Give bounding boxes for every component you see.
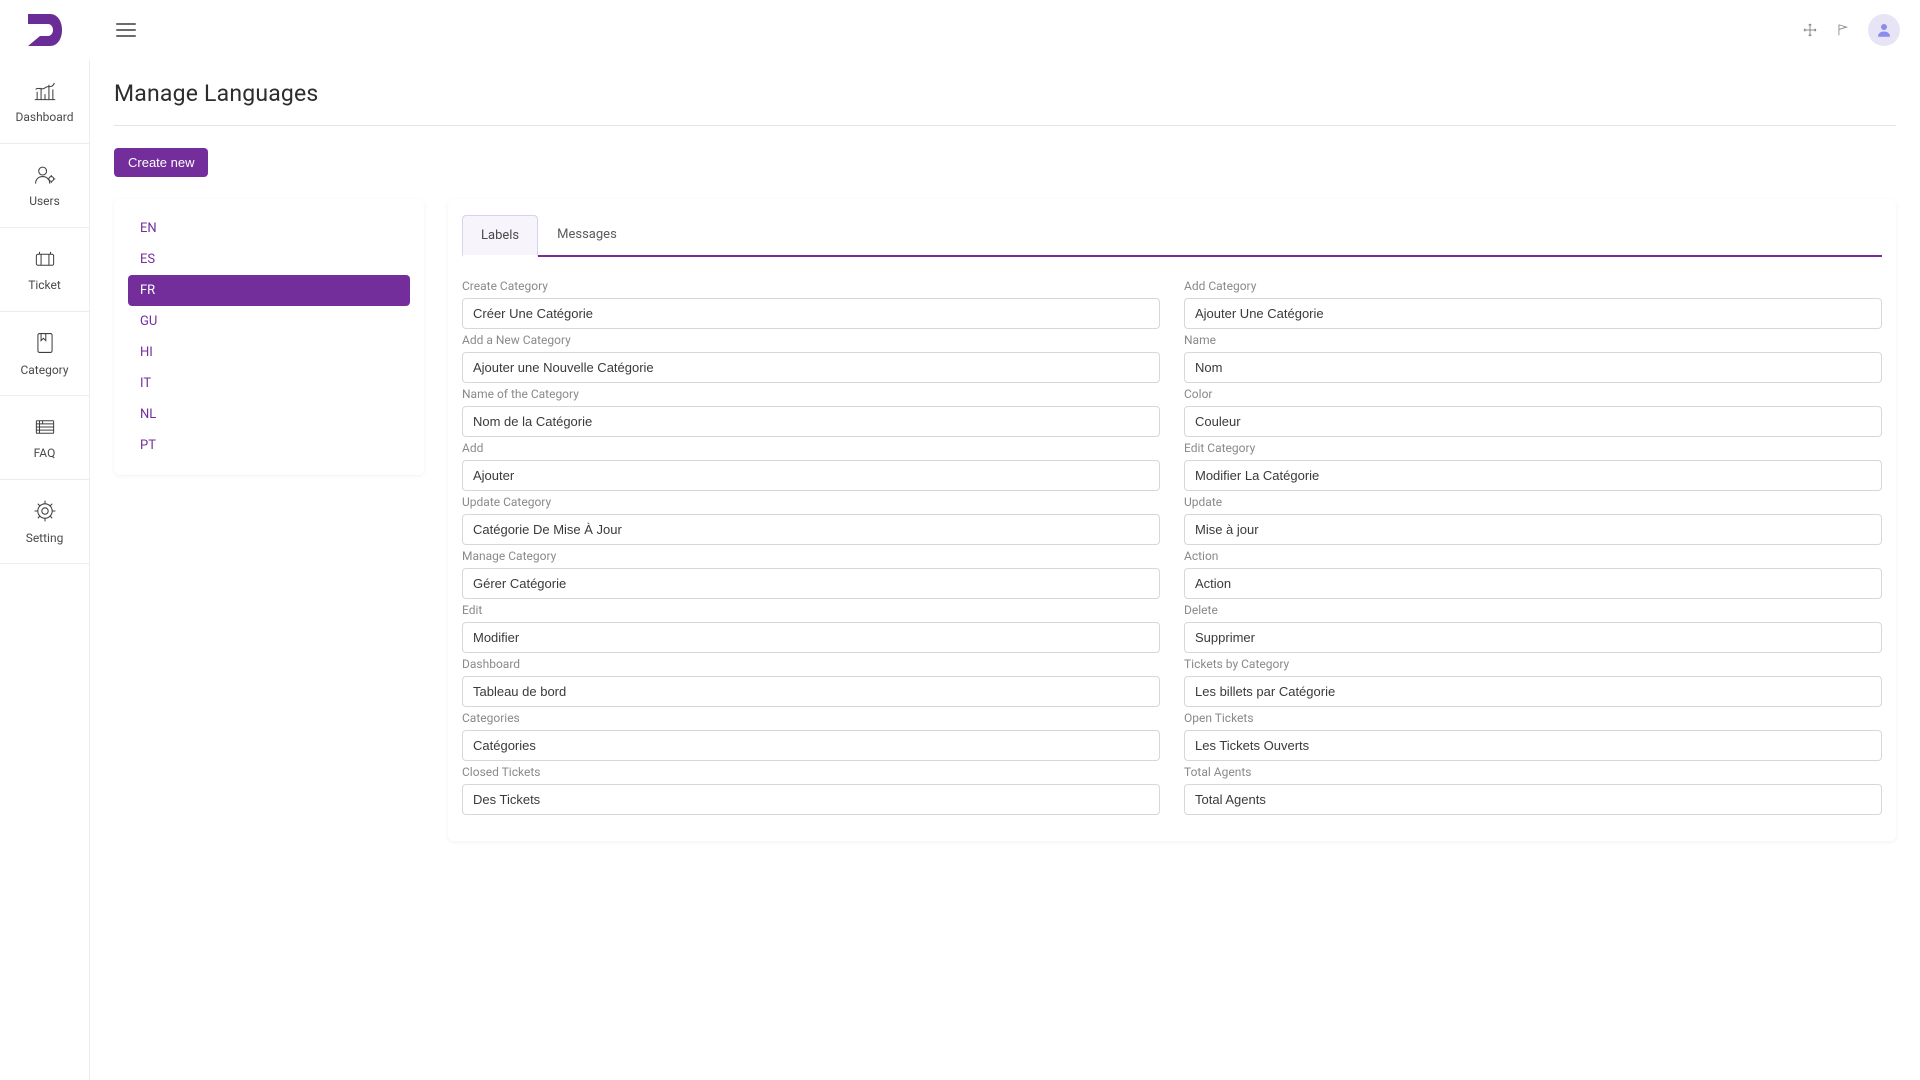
form-group: Action bbox=[1184, 549, 1882, 599]
header bbox=[0, 0, 1920, 60]
tab-labels[interactable]: Labels bbox=[462, 215, 538, 257]
form-label: Closed Tickets bbox=[462, 765, 1160, 779]
form-label: Name of the Category bbox=[462, 387, 1160, 401]
translation-input[interactable] bbox=[462, 784, 1160, 815]
form-label: Delete bbox=[1184, 603, 1882, 617]
form-label: Action bbox=[1184, 549, 1882, 563]
sidebar-label: Dashboard bbox=[15, 110, 73, 124]
translation-input[interactable] bbox=[1184, 622, 1882, 653]
sidebar-label: Ticket bbox=[28, 278, 61, 292]
form-label: Dashboard bbox=[462, 657, 1160, 671]
app-logo bbox=[20, 8, 64, 52]
sidebar-item-dashboard[interactable]: Dashboard bbox=[0, 60, 89, 144]
sidebar-item-faq[interactable]: FAQ bbox=[0, 396, 89, 480]
form-group: Delete bbox=[1184, 603, 1882, 653]
translation-input[interactable] bbox=[462, 460, 1160, 491]
user-avatar[interactable] bbox=[1868, 14, 1900, 46]
form-group: Name of the Category bbox=[462, 387, 1160, 437]
tabs: Labels Messages bbox=[462, 213, 1882, 257]
language-item-es[interactable]: ES bbox=[128, 244, 410, 275]
form-group: Dashboard bbox=[462, 657, 1160, 707]
form-label: Edit bbox=[462, 603, 1160, 617]
translation-input[interactable] bbox=[462, 406, 1160, 437]
sidebar-label: Category bbox=[20, 363, 68, 377]
divider bbox=[114, 125, 1896, 126]
translation-input[interactable] bbox=[462, 622, 1160, 653]
translation-input[interactable] bbox=[1184, 298, 1882, 329]
form-group: Tickets by Category bbox=[1184, 657, 1882, 707]
form-group: Add Category bbox=[1184, 279, 1882, 329]
create-new-button[interactable]: Create new bbox=[114, 148, 208, 177]
form-group: Color bbox=[1184, 387, 1882, 437]
sidebar-item-category[interactable]: Category bbox=[0, 312, 89, 396]
translation-input[interactable] bbox=[1184, 676, 1882, 707]
sidebar-label: Setting bbox=[26, 531, 64, 545]
form-group: Add bbox=[462, 441, 1160, 491]
translation-input[interactable] bbox=[1184, 784, 1882, 815]
form-label: Categories bbox=[462, 711, 1160, 725]
form-group: Add a New Category bbox=[462, 333, 1160, 383]
menu-toggle-button[interactable] bbox=[116, 23, 136, 37]
form-label: Add bbox=[462, 441, 1160, 455]
form-label: Add Category bbox=[1184, 279, 1882, 293]
form-group: Update Category bbox=[462, 495, 1160, 545]
translation-input[interactable] bbox=[1184, 514, 1882, 545]
form-group: Total Agents bbox=[1184, 765, 1882, 815]
page-title: Manage Languages bbox=[114, 80, 1896, 107]
form-label: Update Category bbox=[462, 495, 1160, 509]
translation-input[interactable] bbox=[1184, 568, 1882, 599]
language-item-pt[interactable]: PT bbox=[128, 430, 410, 461]
translation-input[interactable] bbox=[462, 352, 1160, 383]
form-group: Open Tickets bbox=[1184, 711, 1882, 761]
main-content: Manage Languages Create new EN ES FR GU … bbox=[90, 0, 1920, 1080]
translation-input[interactable] bbox=[1184, 460, 1882, 491]
form-label: Color bbox=[1184, 387, 1882, 401]
form-label: Tickets by Category bbox=[1184, 657, 1882, 671]
tab-messages[interactable]: Messages bbox=[538, 214, 636, 256]
form-group: Closed Tickets bbox=[462, 765, 1160, 815]
language-item-fr[interactable]: FR bbox=[128, 275, 410, 306]
form-group: Categories bbox=[462, 711, 1160, 761]
sidebar-item-users[interactable]: Users bbox=[0, 144, 89, 228]
form-group: Edit bbox=[462, 603, 1160, 653]
form-group: Edit Category bbox=[1184, 441, 1882, 491]
form-label: Create Category bbox=[462, 279, 1160, 293]
language-item-it[interactable]: IT bbox=[128, 368, 410, 399]
translation-input[interactable] bbox=[462, 568, 1160, 599]
translation-input[interactable] bbox=[462, 730, 1160, 761]
form-label: Name bbox=[1184, 333, 1882, 347]
form-label: Total Agents bbox=[1184, 765, 1882, 779]
form-label: Open Tickets bbox=[1184, 711, 1882, 725]
translation-input[interactable] bbox=[462, 514, 1160, 545]
translation-input[interactable] bbox=[462, 298, 1160, 329]
form-group: Create Category bbox=[462, 279, 1160, 329]
flag-icon[interactable] bbox=[1836, 21, 1850, 39]
language-item-nl[interactable]: NL bbox=[128, 399, 410, 430]
language-list: EN ES FR GU HI IT NL PT bbox=[114, 199, 424, 475]
form-label: Add a New Category bbox=[462, 333, 1160, 347]
sidebar-label: Users bbox=[29, 194, 60, 208]
language-item-gu[interactable]: GU bbox=[128, 306, 410, 337]
labels-panel: Labels Messages Create Category Add Categ… bbox=[448, 199, 1896, 841]
form-label: Update bbox=[1184, 495, 1882, 509]
sidebar: Dashboard Users Ticket Category FAQ bbox=[0, 0, 90, 1080]
form-group: Update bbox=[1184, 495, 1882, 545]
translation-input[interactable] bbox=[1184, 352, 1882, 383]
sidebar-item-setting[interactable]: Setting bbox=[0, 480, 89, 564]
translation-input[interactable] bbox=[1184, 730, 1882, 761]
labels-form: Create Category Add Category Add a New Cat… bbox=[462, 257, 1882, 819]
form-group: Manage Category bbox=[462, 549, 1160, 599]
form-group: Name bbox=[1184, 333, 1882, 383]
language-item-hi[interactable]: HI bbox=[128, 337, 410, 368]
language-item-en[interactable]: EN bbox=[128, 213, 410, 244]
sidebar-label: FAQ bbox=[34, 446, 56, 460]
translation-input[interactable] bbox=[462, 676, 1160, 707]
expand-icon[interactable] bbox=[1802, 22, 1818, 38]
translation-input[interactable] bbox=[1184, 406, 1882, 437]
form-label: Edit Category bbox=[1184, 441, 1882, 455]
form-label: Manage Category bbox=[462, 549, 1160, 563]
sidebar-item-ticket[interactable]: Ticket bbox=[0, 228, 89, 312]
